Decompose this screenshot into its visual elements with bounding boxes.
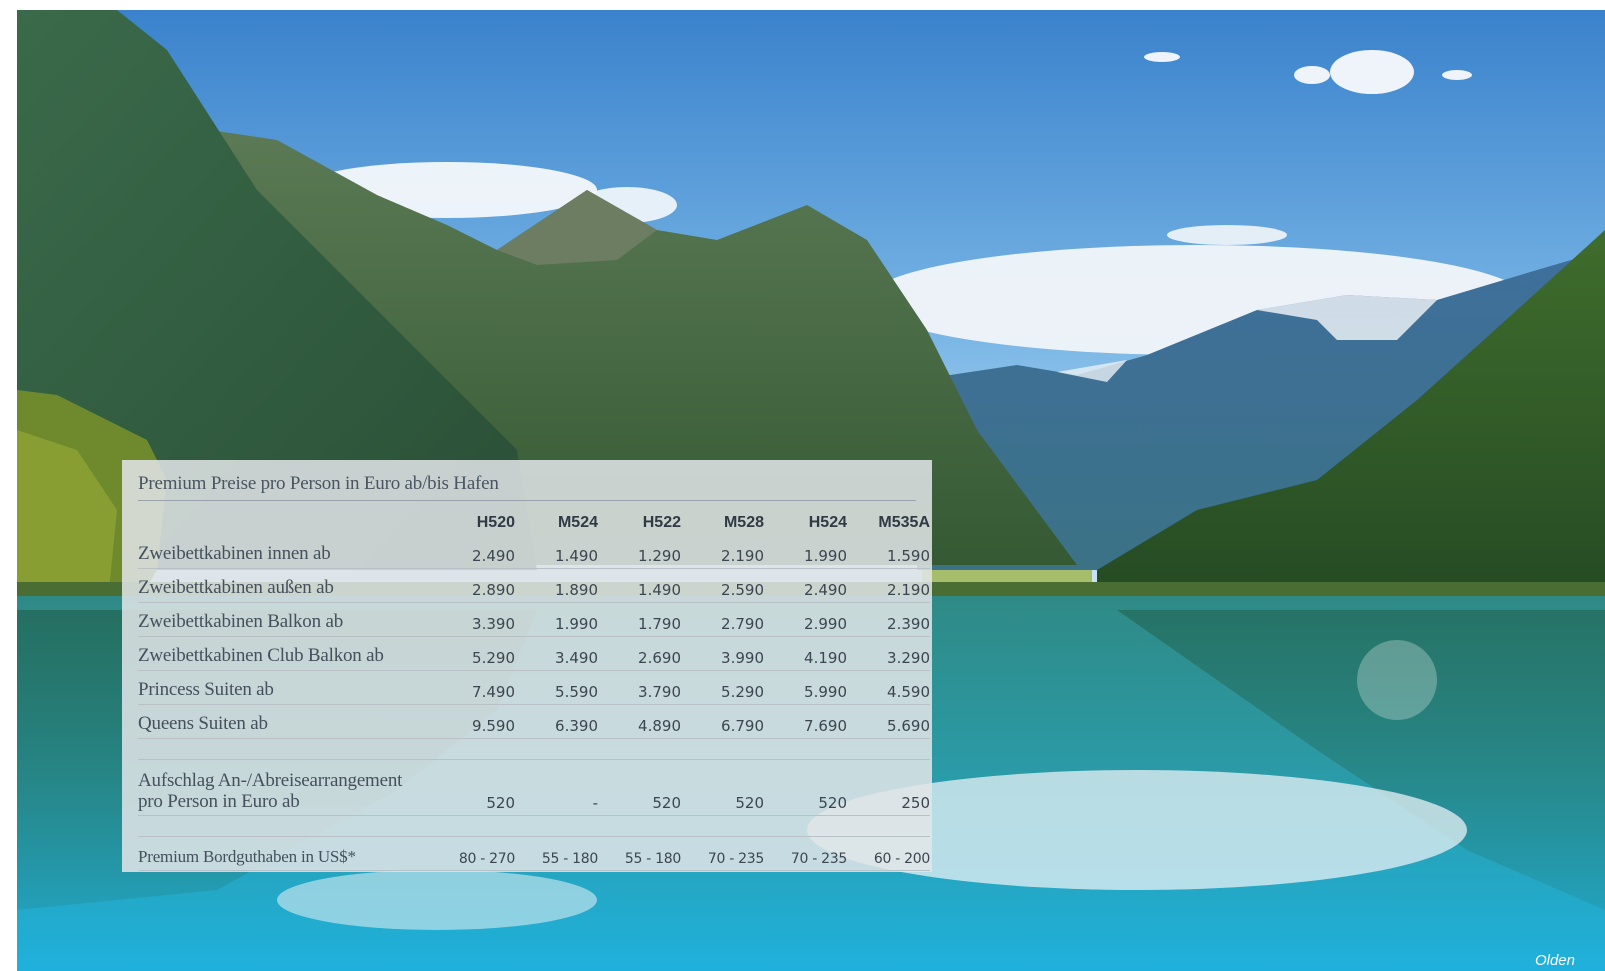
column-header: H524 <box>808 514 847 531</box>
price-cell: 1.490 <box>515 535 598 569</box>
credit-cell: 70 - 235 <box>681 836 764 871</box>
price-cell: 3.790 <box>598 670 681 705</box>
table-row: Zweibettkabinen außen ab 2.890 1.890 1.4… <box>138 568 930 603</box>
price-cell: 1.590 <box>847 535 930 569</box>
price-cell: 3.490 <box>515 636 598 671</box>
price-cell: 6.390 <box>515 704 598 739</box>
onboard-credit-label: Premium Bordguthaben in US$* <box>138 836 432 871</box>
price-cell: 1.490 <box>598 568 681 603</box>
price-cell: 7.490 <box>432 670 515 705</box>
price-cell: 4.590 <box>847 670 930 705</box>
price-cell: 2.490 <box>432 535 515 569</box>
price-cell: 2.590 <box>681 568 764 603</box>
header-blank <box>138 501 432 535</box>
price-cell: 1.790 <box>598 602 681 637</box>
surcharge-label-line1: Aufschlag An-/Abreisearrangement <box>138 770 403 791</box>
surcharge-label-line2: pro Person in Euro ab <box>138 791 300 812</box>
price-cell: 3.290 <box>847 636 930 671</box>
column-header: H520 <box>476 514 515 531</box>
credit-cell: 55 - 180 <box>598 836 681 871</box>
price-cell: 4.890 <box>598 704 681 739</box>
column-header: H522 <box>642 514 681 531</box>
price-cell: 2.790 <box>681 602 764 637</box>
surcharge-cell: 520 <box>764 759 847 816</box>
row-label: Queens Suiten ab <box>138 704 432 739</box>
table-row: Queens Suiten ab 9.590 6.390 4.890 6.790… <box>138 704 930 739</box>
surcharge-cell: - <box>515 759 598 816</box>
surcharge-cell: 520 <box>681 759 764 816</box>
price-cell: 5.590 <box>515 670 598 705</box>
photo-caption: Olden <box>1534 952 1575 969</box>
row-label: Zweibettkabinen Balkon ab <box>138 602 432 637</box>
price-cell: 1.990 <box>515 602 598 637</box>
surcharge-label: Aufschlag An-/Abreisearrangement pro Per… <box>138 759 432 816</box>
credit-cell: 80 - 270 <box>432 836 515 871</box>
price-table-title: Premium Preise pro Person in Euro ab/bis… <box>138 472 916 501</box>
row-label: Princess Suiten ab <box>138 670 432 705</box>
surcharge-cell: 250 <box>847 759 930 816</box>
price-table: H520 M524 H522 M528 H524 M535A Zweibettk… <box>138 501 930 871</box>
row-label: Zweibettkabinen Club Balkon ab <box>138 636 432 671</box>
table-row: Princess Suiten ab 7.490 5.590 3.790 5.2… <box>138 670 930 705</box>
price-cell: 3.390 <box>432 602 515 637</box>
row-label: Zweibettkabinen innen ab <box>138 535 432 569</box>
price-cell: 5.690 <box>847 704 930 739</box>
table-row: Zweibettkabinen Club Balkon ab 5.290 3.4… <box>138 636 930 671</box>
price-table-panel: Premium Preise pro Person in Euro ab/bis… <box>122 460 932 872</box>
price-cell: 6.790 <box>681 704 764 739</box>
price-cell: 2.990 <box>764 602 847 637</box>
price-cell: 2.390 <box>847 602 930 637</box>
price-cell: 1.290 <box>598 535 681 569</box>
price-cell: 1.990 <box>764 535 847 569</box>
spacer-cell <box>138 738 930 760</box>
column-header: M535A <box>878 514 930 531</box>
price-cell: 9.590 <box>432 704 515 739</box>
price-cell: 1.890 <box>515 568 598 603</box>
price-cell: 2.490 <box>764 568 847 603</box>
price-cell: 5.990 <box>764 670 847 705</box>
price-cell: 2.890 <box>432 568 515 603</box>
surcharge-cell: 520 <box>432 759 515 816</box>
column-header: M524 <box>557 514 598 531</box>
column-header: M528 <box>723 514 764 531</box>
table-spacer <box>138 815 930 837</box>
brochure-page: Premium Preise pro Person in Euro ab/bis… <box>17 10 1605 971</box>
credit-cell: 70 - 235 <box>764 836 847 871</box>
surcharge-cell: 520 <box>598 759 681 816</box>
spacer-cell <box>138 815 930 837</box>
price-cell: 3.990 <box>681 636 764 671</box>
price-cell: 5.290 <box>432 636 515 671</box>
table-header-row: H520 M524 H522 M528 H524 M535A <box>138 501 930 535</box>
surcharge-row: Aufschlag An-/Abreisearrangement pro Per… <box>138 759 930 816</box>
table-row: Zweibettkabinen Balkon ab 3.390 1.990 1.… <box>138 602 930 637</box>
onboard-credit-row: Premium Bordguthaben in US$* 80 - 270 55… <box>138 836 930 871</box>
price-cell: 2.190 <box>681 535 764 569</box>
price-cell: 5.290 <box>681 670 764 705</box>
price-cell: 2.690 <box>598 636 681 671</box>
credit-cell: 55 - 180 <box>515 836 598 871</box>
price-cell: 2.190 <box>847 568 930 603</box>
table-row: Zweibettkabinen innen ab 2.490 1.490 1.2… <box>138 535 930 569</box>
credit-cell: 60 - 200 <box>847 836 930 871</box>
price-cell: 7.690 <box>764 704 847 739</box>
table-spacer <box>138 738 930 760</box>
price-cell: 4.190 <box>764 636 847 671</box>
row-label: Zweibettkabinen außen ab <box>138 568 432 603</box>
